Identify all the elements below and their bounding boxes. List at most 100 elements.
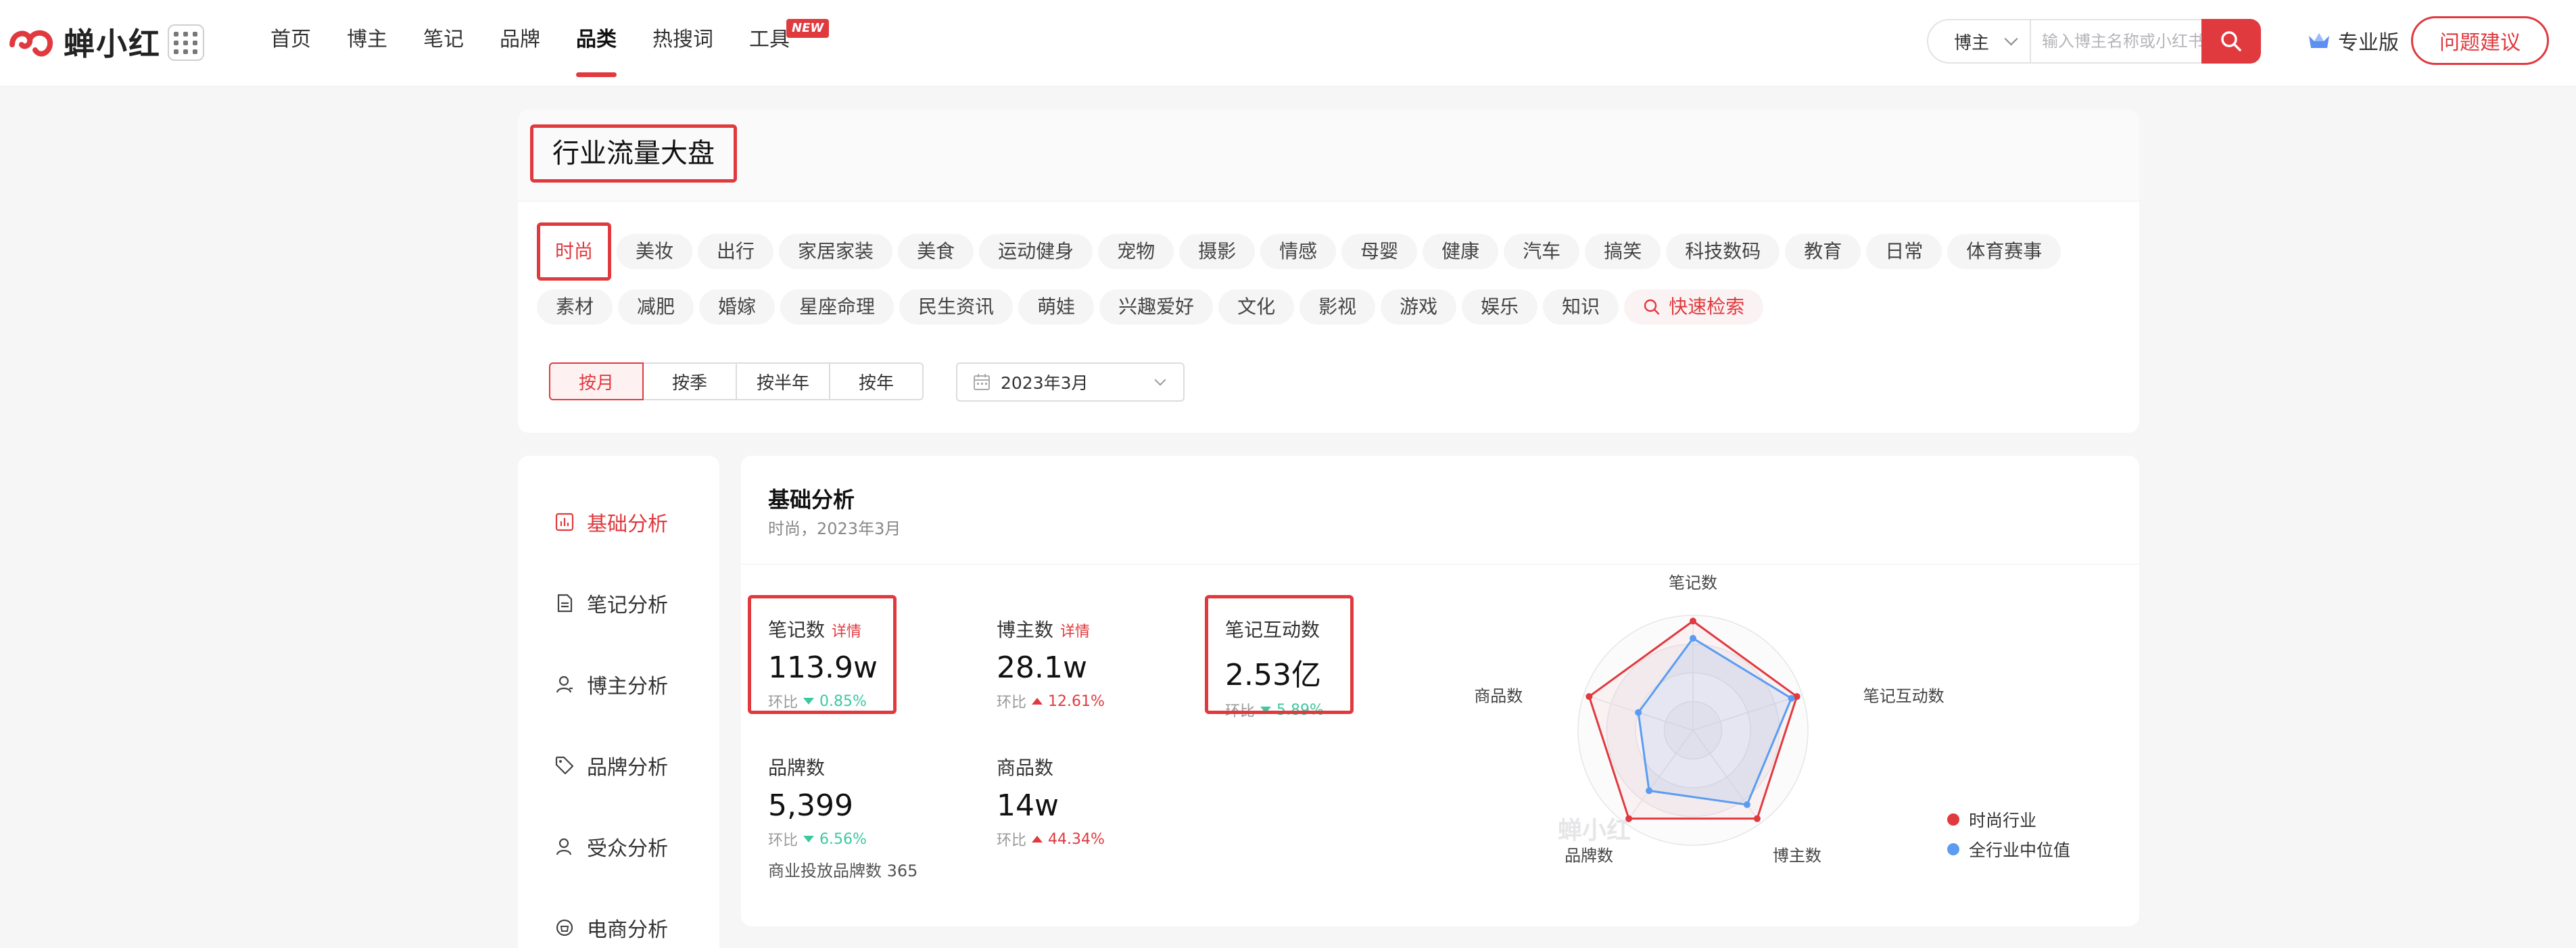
calendar-icon [974,374,990,390]
category-chip[interactable]: 科技数码 [1666,234,1780,269]
title-bar: 行业流量大盘 [518,110,2139,202]
category-chip[interactable]: 家居家装 [779,234,893,269]
category-chip[interactable]: 教育 [1785,234,1861,269]
stat-label: 品牌数 [768,757,826,779]
sidebar-item-note-analysis[interactable]: 笔记分析 [554,588,668,618]
stat-label-row: 商品数 [997,753,1139,780]
category-chip[interactable]: 搞笑 [1585,234,1661,269]
stat-change: 环比 12.61% [997,690,1139,712]
tab-by-quarter[interactable]: 按季 [642,362,737,400]
chevron-down-icon [1154,374,1166,386]
sidebar-item-brand-analysis[interactable]: 品牌分析 [554,751,668,780]
stat-product-count: 商品数 14w 环比 44.34% [997,753,1139,850]
stat-detail-link[interactable]: 详情 [832,623,861,640]
search-type-value: 博主 [1954,32,1990,53]
category-chip[interactable]: 宠物 [1098,234,1174,269]
period-tabs: 按月 按季 按半年 按年 [549,362,924,400]
pro-version-link[interactable]: 专业版 [2307,26,2399,55]
category-chip[interactable]: 摄影 [1179,234,1256,269]
brand-logo[interactable]: 蝉小红 [8,18,161,66]
category-chip[interactable]: 萌娃 [1018,289,1095,325]
nav-tools-label: 工具 [749,28,790,51]
legend-item-industry[interactable]: 时尚行业 [1947,807,2036,832]
feedback-button[interactable]: 问题建议 [2411,16,2549,65]
category-row-1: 时尚 美妆 出行 家居家装 美食 运动健身 宠物 摄影 情感 母婴 健康 汽车 搞笑 科技数码 教育 日常 体育… [537,222,2066,281]
category-chip[interactable]: 运动健身 [979,234,1093,269]
stat-label-row: 笔记数 详情 [768,615,910,642]
category-chip[interactable]: 健康 [1423,234,1499,269]
stat-detail-link[interactable]: 详情 [1060,623,1090,640]
audience-icon [556,838,572,855]
category-chip[interactable]: 游戏 [1381,289,1457,325]
change-value: 6.56% [819,830,867,848]
search-input[interactable] [2031,32,2203,51]
sidebar-item-audience-analysis[interactable]: 受众分析 [554,832,668,861]
legend-item-median[interactable]: 全行业中位值 [1947,837,2070,861]
change-value: 12.61% [1048,692,1105,710]
change-value: 5.89% [1277,701,1324,719]
sidebar-item-label: 受众分析 [587,837,668,861]
category-chip[interactable]: 减肥 [618,289,694,325]
nav-brands[interactable]: 品牌 [500,0,540,87]
tab-by-half-year[interactable]: 按半年 [736,362,830,400]
search-button[interactable] [2201,19,2261,64]
stat-label-row: 品牌数 [768,753,910,780]
category-chip[interactable]: 日常 [1866,234,1942,269]
category-chip[interactable]: 美食 [898,234,974,269]
sidebar-item-label: 品牌分析 [587,756,668,780]
category-chip[interactable]: 汽车 [1504,234,1580,269]
nav-bloggers[interactable]: 博主 [347,0,387,87]
month-date-picker[interactable]: 2023年3月 [956,362,1185,402]
category-chip[interactable]: 民生资讯 [899,289,1013,325]
nav-tools[interactable]: 工具 NEW [749,0,830,87]
category-chip[interactable]: 出行 [698,234,774,269]
sidebar-item-blogger-analysis[interactable]: 博主分析 [554,669,668,699]
search-type-select[interactable]: 博主 [1928,20,2031,62]
tab-by-year[interactable]: 按年 [829,362,924,400]
nav-hot-keywords[interactable]: 热搜词 [652,0,713,87]
nav-categories[interactable]: 品类 [576,0,617,87]
nav-home[interactable]: 首页 [270,0,311,87]
stat-label: 笔记互动数 [1225,619,1320,641]
stat-value: 113.9w [768,650,878,685]
stat-change: 环比 44.34% [997,828,1139,850]
stat-note-interaction-count: 笔记互动数 2.53亿 环比 5.89% [1205,595,1367,721]
stat-brand-count: 品牌数 5,399 环比 6.56% [768,753,910,850]
arrow-up-icon [1032,698,1043,705]
nav-notes[interactable]: 笔记 [423,0,464,87]
search-icon [1644,299,1660,315]
quick-search-label: 快速检索 [1669,295,1745,318]
stat-blogger-count: 博主数 详情 28.1w 环比 12.61% [997,615,1139,712]
category-chip[interactable]: 星座命理 [780,289,895,325]
category-chip[interactable]: 素材 [537,289,613,325]
change-prefix: 环比 [1225,703,1256,720]
tab-by-month[interactable]: 按月 [549,362,644,400]
apps-grid-button[interactable] [168,24,204,61]
quick-search-chip[interactable]: 快速检索 [1624,289,1764,325]
category-row-2: 素材 减肥 婚嫁 星座命理 民生资讯 萌娃 兴趣爱好 文化 影视 游戏 娱乐 知识 快速检索 [537,289,1769,325]
arrow-down-icon [803,698,815,705]
category-chip[interactable]: 母婴 [1341,234,1418,269]
sidebar-item-ecommerce-analysis[interactable]: 电商分析 [554,913,668,943]
category-chip[interactable]: 美妆 [617,234,693,269]
chevron-down-icon [2004,32,2018,46]
category-chip[interactable]: 兴趣爱好 [1099,289,1214,325]
sidebar-item-label: 电商分析 [587,918,668,942]
category-chip[interactable]: 文化 [1218,289,1295,325]
legend-label: 全行业中位值 [1969,840,2071,860]
category-chip[interactable]: 时尚 [537,222,612,281]
stat-value: 2.53亿 [1225,658,1321,692]
category-chip[interactable]: 影视 [1299,289,1376,325]
stat-label: 博主数 [997,619,1054,641]
change-prefix: 环比 [997,694,1027,711]
category-chip[interactable]: 情感 [1260,234,1337,269]
legend-swatch [1947,843,1959,855]
stat-change: 环比 0.85% [768,690,910,712]
category-chip[interactable]: 娱乐 [1462,289,1538,325]
category-chip[interactable]: 婚嫁 [699,289,776,325]
category-chip[interactable]: 体育赛事 [1947,234,2061,269]
category-chip[interactable]: 知识 [1543,289,1619,325]
sidebar-item-label: 博主分析 [587,675,668,698]
sidebar-item-basic-analysis[interactable]: 基础分析 [554,507,668,537]
legend-swatch [1947,813,1959,826]
